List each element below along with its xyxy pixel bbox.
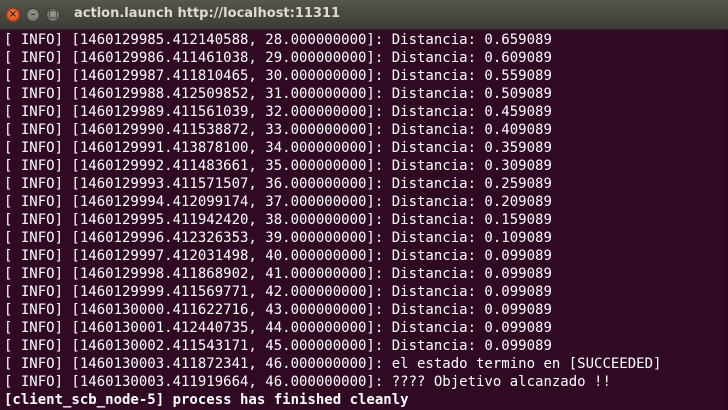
log-line: [ INFO] [1460129992.411483661, 35.000000… — [4, 158, 552, 174]
log-line: [ INFO] [1460130000.411622716, 43.000000… — [4, 302, 552, 318]
log-line: [ INFO] [1460129994.412099174, 37.000000… — [4, 194, 552, 210]
log-line: [ INFO] [1460129988.412509852, 31.000000… — [4, 86, 552, 102]
log-line: [ INFO] [1460130003.411872341, 46.000000… — [4, 356, 662, 372]
title-bar[interactable]: × – □ action.launch http://localhost:113… — [0, 0, 728, 30]
log-line: [ INFO] [1460130002.411543171, 45.000000… — [4, 338, 552, 354]
log-line: [ INFO] [1460130001.412440735, 44.000000… — [4, 320, 552, 336]
log-line: [ INFO] [1460129999.411569771, 42.000000… — [4, 284, 552, 300]
log-line: [ INFO] [1460129997.412031498, 40.000000… — [4, 248, 552, 264]
close-icon: × — [8, 9, 18, 20]
maximize-icon: □ — [48, 9, 58, 20]
log-line: [ INFO] [1460129986.411461038, 29.000000… — [4, 50, 552, 66]
log-line: [ INFO] [1460129985.412140588, 28.000000… — [4, 32, 552, 48]
log-line: [ INFO] [1460129991.413878100, 34.000000… — [4, 140, 552, 156]
log-line: [ INFO] [1460129993.411571507, 36.000000… — [4, 176, 552, 192]
window-title: action.launch http://localhost:11311 — [74, 6, 341, 21]
log-line: [ INFO] [1460130003.411919664, 46.000000… — [4, 374, 611, 390]
minimize-window-button[interactable]: – — [26, 8, 40, 22]
log-line: [ INFO] [1460129989.411561039, 32.000000… — [4, 104, 552, 120]
maximize-window-button[interactable]: □ — [46, 8, 60, 22]
log-line: [ INFO] [1460129987.411810465, 30.000000… — [4, 68, 552, 84]
log-line: [ INFO] [1460129995.411942420, 38.000000… — [4, 212, 552, 228]
terminal-output[interactable]: [ INFO] [1460129985.412140588, 28.000000… — [0, 30, 728, 410]
log-line: [ INFO] [1460129996.412326353, 39.000000… — [4, 230, 552, 246]
minimize-icon: – — [30, 9, 36, 20]
terminal-window: × – □ action.launch http://localhost:113… — [0, 0, 728, 410]
close-window-button[interactable]: × — [6, 8, 20, 22]
log-line: [ INFO] [1460129990.411538872, 33.000000… — [4, 122, 552, 138]
process-finished-line: [client_scb_node-5] process has finished… — [4, 392, 409, 408]
terminal-lines: [ INFO] [1460129985.412140588, 28.000000… — [4, 31, 661, 409]
terminal-scrollbar[interactable] — [724, 30, 728, 410]
log-line: [ INFO] [1460129998.411868902, 41.000000… — [4, 266, 552, 282]
